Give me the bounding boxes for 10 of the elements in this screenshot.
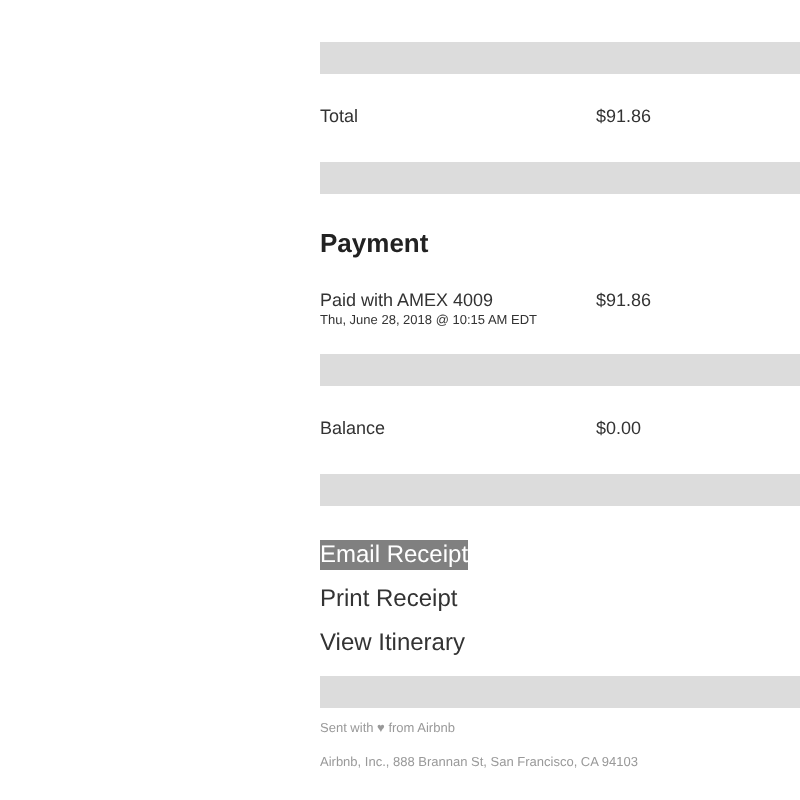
receipt-link[interactable]: Email Receipt [320, 540, 469, 570]
row-amount: $0.00 [596, 416, 642, 443]
row-label: Total [320, 104, 361, 131]
section-title: Payment [320, 226, 431, 262]
row-amount: $91.86 [596, 104, 652, 131]
payment-method: Paid with AMEX 4009 [320, 290, 496, 312]
receipt-link[interactable]: View Itinerary [320, 628, 465, 658]
row-label: Balance [320, 416, 388, 443]
row-amount: $91.86 [596, 290, 652, 314]
receipt-link[interactable]: Print Receipt [320, 584, 458, 614]
